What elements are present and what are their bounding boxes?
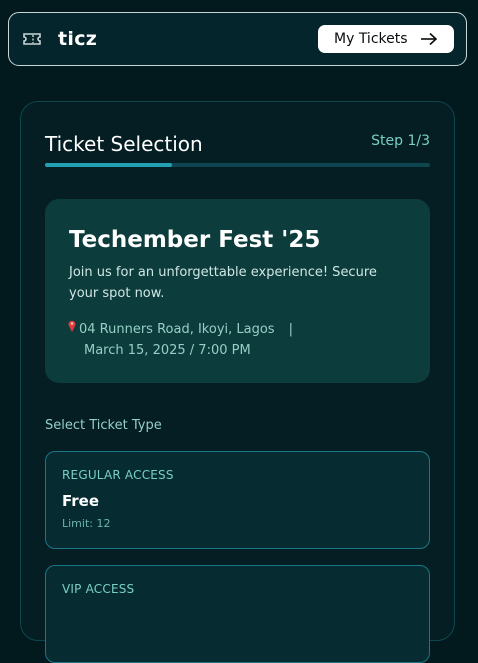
event-datetime: March 15, 2025 / 7:00 PM (84, 343, 251, 358)
event-location: 04 Runners Road, Ikoyi, Lagos (79, 322, 275, 337)
meta-separator: | (288, 322, 293, 337)
progress-bar (45, 163, 430, 167)
step-indicator: Step 1/3 (371, 133, 430, 149)
event-meta: 04 Runners Road, Ikoyi, Lagos | March 15,… (67, 319, 407, 361)
ticket-limit: Limit: 12 (62, 517, 111, 530)
ticket-selection-card: Ticket Selection Step 1/3 Techember Fest… (20, 101, 455, 663)
ticket-option-vip[interactable]: VIP ACCESS (45, 565, 430, 663)
ticket-type: REGULAR ACCESS (62, 468, 174, 482)
event-details: Techember Fest '25 Join us for an unforg… (45, 199, 430, 383)
arrow-right-icon (420, 32, 438, 46)
my-tickets-label: My Tickets (334, 31, 408, 47)
logo-text[interactable]: ticz (58, 28, 97, 50)
ticket-option-regular[interactable]: REGULAR ACCESS Free Limit: 12 (45, 451, 430, 549)
ticket-price: Free (62, 492, 100, 510)
progress-fill (45, 163, 173, 167)
page-title: Ticket Selection (45, 132, 203, 156)
select-ticket-type-label: Select Ticket Type (45, 418, 162, 433)
ticket-icon (22, 31, 42, 47)
event-description: Join us for an unforgettable experience!… (69, 265, 377, 301)
navbar: ticz My Tickets (8, 12, 467, 66)
my-tickets-button[interactable]: My Tickets (318, 25, 454, 53)
ticket-type: VIP ACCESS (62, 582, 135, 596)
map-pin-icon (67, 319, 79, 340)
event-title: Techember Fest '25 (69, 227, 321, 253)
